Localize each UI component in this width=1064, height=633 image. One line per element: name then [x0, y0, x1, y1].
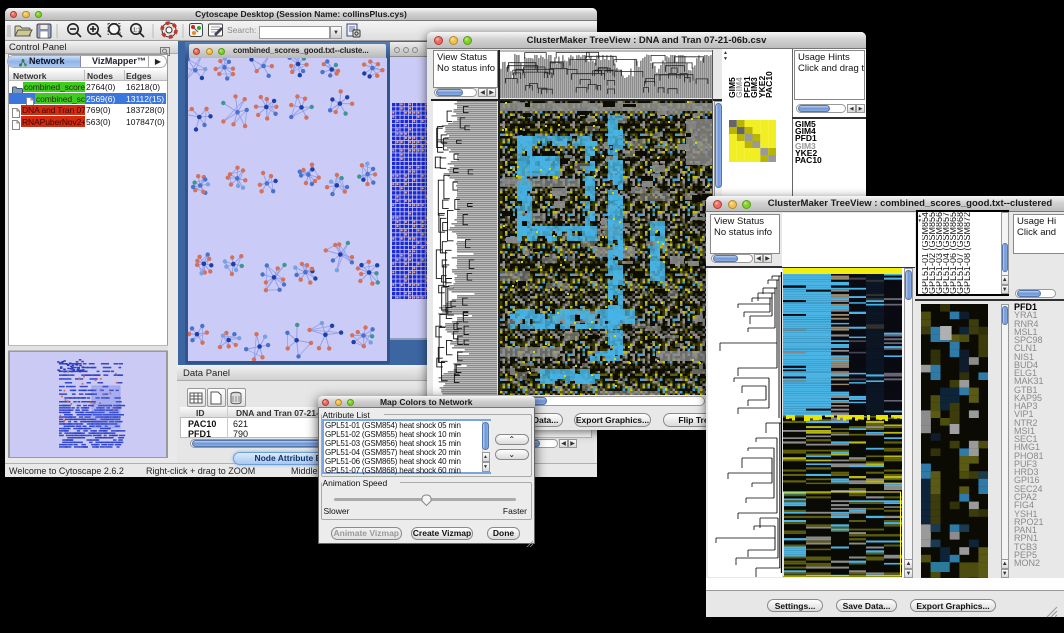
- svg-text:1:1: 1:1: [133, 28, 141, 34]
